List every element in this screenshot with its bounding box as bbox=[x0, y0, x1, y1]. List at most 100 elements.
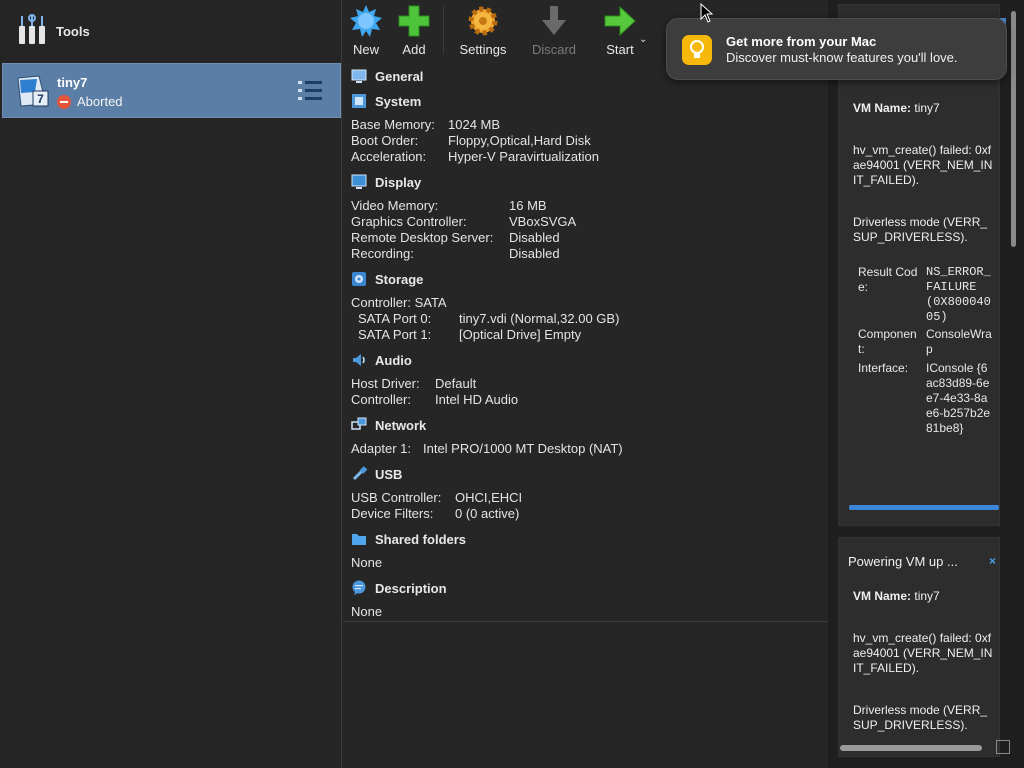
new-icon bbox=[350, 5, 382, 37]
card2-vm-name-value: tiny7 bbox=[914, 589, 940, 603]
audio-title: Audio bbox=[375, 352, 412, 368]
general-title: General bbox=[375, 68, 424, 84]
macos-notification-toast[interactable]: Get more from your Mac Discover must-kno… bbox=[666, 18, 1007, 80]
lightbulb-icon bbox=[682, 35, 712, 65]
section-description[interactable]: Description bbox=[351, 580, 447, 596]
section-network[interactable]: Network bbox=[351, 417, 426, 433]
card1-result-code-value: NS_ERROR_FAILURE (0X80004005) bbox=[926, 265, 991, 324]
card1-component-key: Component: bbox=[858, 327, 917, 356]
card2-vm-name-label: VM Name: bbox=[853, 589, 912, 603]
audio-speaker-icon bbox=[351, 352, 367, 368]
card1-error-driverless: Driverless mode (VERR_SUP_DRIVERLESS). bbox=[853, 215, 988, 244]
system-row-value: Floppy,Optical,Hard Disk bbox=[448, 133, 591, 148]
vm-details-pane: General System Base Memory: 1024 MB Boot… bbox=[343, 62, 828, 622]
display-row-value: Disabled bbox=[509, 230, 560, 245]
network-row-key: Adapter 1: bbox=[351, 441, 411, 456]
display-row-key: Remote Desktop Server: bbox=[351, 230, 494, 245]
card1-vm-name-label: VM Name: bbox=[853, 101, 912, 115]
usb-title: USB bbox=[375, 466, 403, 482]
card2-vm-name: VM Name: tiny7 bbox=[853, 589, 993, 604]
settings-button[interactable]: Settings bbox=[455, 2, 511, 60]
discard-label: Discard bbox=[531, 42, 577, 57]
card1-vm-name: VM Name: tiny7 bbox=[853, 101, 993, 116]
storage-disk-icon bbox=[351, 271, 367, 287]
network-title: Network bbox=[375, 417, 427, 433]
description-title: Description bbox=[375, 580, 447, 596]
settings-label: Settings bbox=[459, 42, 507, 57]
section-system[interactable]: System bbox=[351, 93, 421, 109]
network-icon bbox=[351, 417, 367, 433]
usb-row-value: OHCI,EHCI bbox=[455, 490, 523, 505]
storage-row-value[interactable]: [Optical Drive] Empty bbox=[459, 327, 581, 342]
audio-row-value: Default bbox=[435, 376, 477, 391]
display-row-key: Recording: bbox=[351, 246, 414, 261]
vm-menu-icon[interactable] bbox=[297, 79, 323, 103]
card2-close-icon[interactable]: × bbox=[989, 554, 996, 568]
usb-row-key: Device Filters: bbox=[351, 506, 434, 521]
card2-title: Powering VM up ... bbox=[848, 554, 958, 569]
vm-os-badge: 7 bbox=[37, 92, 44, 106]
audio-row-key: Controller: bbox=[351, 392, 411, 407]
add-label: Add bbox=[402, 42, 426, 57]
audio-row-value: Intel HD Audio bbox=[435, 392, 519, 407]
vm-state-label: Aborted bbox=[77, 94, 123, 109]
discard-arrow-icon bbox=[542, 6, 566, 35]
card1-scrollbar[interactable] bbox=[1011, 11, 1016, 247]
section-general[interactable]: General bbox=[351, 68, 423, 84]
tools-icon bbox=[19, 14, 45, 44]
display-row-value: Disabled bbox=[509, 246, 560, 261]
notification-horizontal-scrollbar[interactable] bbox=[840, 745, 982, 751]
mouse-cursor-icon bbox=[700, 3, 714, 23]
network-row-value: Intel PRO/1000 MT Desktop (NAT) bbox=[423, 441, 623, 456]
card2-error-driverless: Driverless mode (VERR_SUP_DRIVERLESS). bbox=[853, 703, 988, 732]
section-display[interactable]: Display bbox=[351, 174, 421, 190]
card1-interface-key: Interface: bbox=[858, 361, 909, 375]
start-button[interactable]: Start bbox=[597, 2, 643, 60]
toolbar-separator bbox=[443, 6, 444, 54]
section-shared-folders[interactable]: Shared folders bbox=[351, 531, 466, 547]
start-arrow-icon bbox=[604, 5, 636, 37]
start-dropdown-chevron-icon[interactable]: ⌄ bbox=[639, 34, 647, 45]
card1-component-value: ConsoleWrap bbox=[926, 327, 992, 356]
display-title: Display bbox=[375, 174, 422, 190]
vm-state: Aborted bbox=[57, 94, 123, 109]
card1-error-create: hv_vm_create() failed: 0xfae94001 (VERR_… bbox=[853, 143, 993, 187]
start-label: Start bbox=[606, 42, 634, 57]
windows-7-vm-icon: 7 bbox=[17, 75, 49, 107]
display-row-value: VBoxSVGA bbox=[509, 214, 577, 229]
settings-gear-icon bbox=[468, 6, 498, 36]
audio-row-key: Host Driver: bbox=[351, 376, 420, 391]
section-storage[interactable]: Storage bbox=[351, 271, 423, 287]
display-row-key: Graphics Controller: bbox=[351, 214, 467, 229]
scroll-corner bbox=[996, 740, 1010, 754]
toast-body: Discover must-know features you'll love. bbox=[726, 50, 958, 65]
discard-button[interactable]: Discard bbox=[527, 2, 581, 60]
add-icon bbox=[398, 5, 430, 37]
description-speech-icon bbox=[351, 580, 367, 596]
vm-list-item-tiny7[interactable]: 7 tiny7 Aborted bbox=[2, 63, 341, 118]
system-row-value: 1024 MB bbox=[448, 117, 501, 132]
card1-vm-name-value: tiny7 bbox=[914, 101, 940, 115]
storage-title: Storage bbox=[375, 271, 424, 287]
tools-label: Tools bbox=[56, 24, 90, 39]
card1-progress-bar bbox=[849, 505, 999, 510]
machine-list-pane: Tools 7 tiny7 Aborted bbox=[0, 0, 342, 768]
add-button[interactable]: Add bbox=[393, 2, 435, 60]
display-monitor-icon bbox=[351, 174, 367, 190]
storage-row-value[interactable]: tiny7.vdi (Normal,32.00 GB) bbox=[459, 311, 619, 326]
description-value: None bbox=[351, 604, 383, 619]
card1-interface-value: IConsole {6ac83d89-6ee7-4e33-8ae6-b257b2… bbox=[926, 361, 991, 435]
usb-row-value: 0 (0 active) bbox=[455, 506, 520, 521]
vm-name: tiny7 bbox=[57, 75, 88, 90]
new-button[interactable]: New bbox=[343, 2, 389, 60]
notification-card-error: VM Name: tiny7 hv_vm_create() failed: 0x… bbox=[838, 4, 1016, 526]
folder-icon bbox=[351, 531, 367, 547]
section-usb[interactable]: USB bbox=[351, 466, 402, 482]
storage-controller: Controller: SATA bbox=[351, 295, 447, 310]
display-row-key: Video Memory: bbox=[351, 198, 439, 213]
shared-folders-value: None bbox=[351, 555, 383, 570]
section-audio[interactable]: Audio bbox=[351, 352, 412, 368]
system-title: System bbox=[375, 93, 422, 109]
tools-item[interactable]: Tools bbox=[0, 0, 342, 62]
system-row-key: Base Memory: bbox=[351, 117, 435, 132]
